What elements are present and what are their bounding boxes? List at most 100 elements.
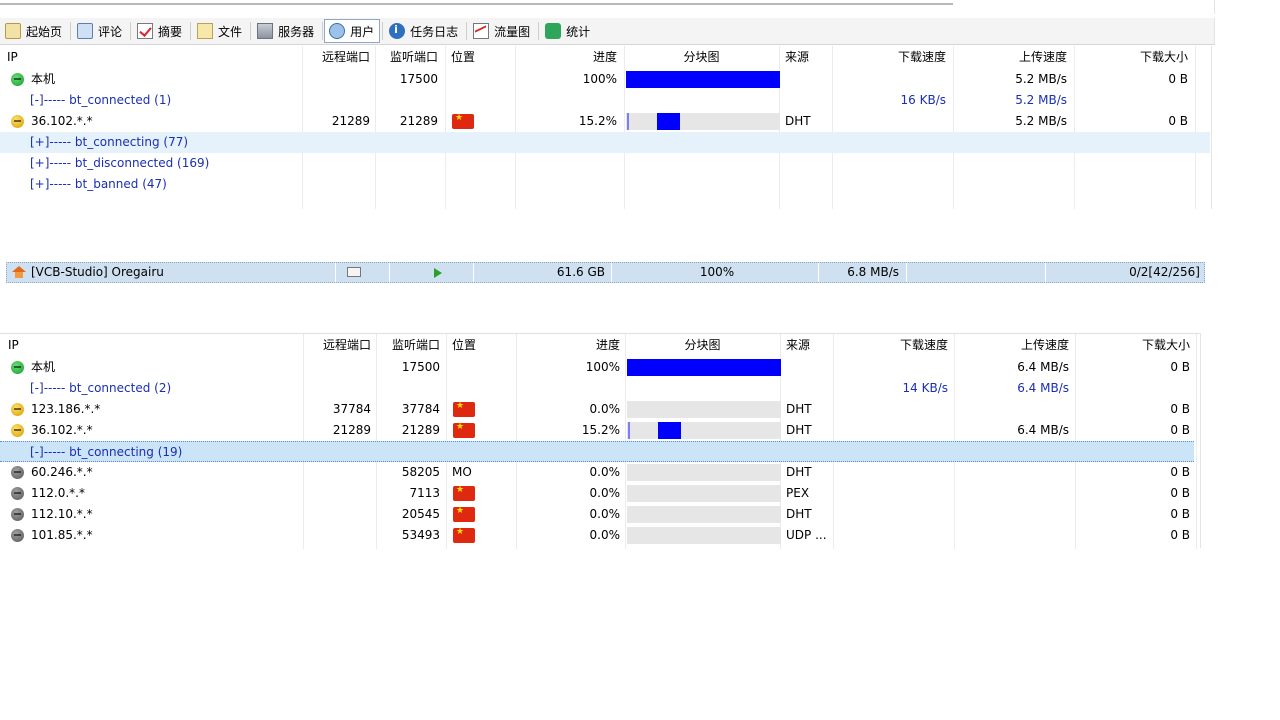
table-row[interactable]: 本机 17500 100% 5.2 MB/s 0 B: [0, 69, 1210, 90]
peer-ip: 36.102.*.*: [31, 423, 93, 437]
tab-0[interactable]: 起始页: [0, 19, 68, 43]
download-speed: [837, 399, 948, 420]
tab-6[interactable]: 任务日志: [384, 19, 464, 43]
table-row[interactable]: 60.246.*.* 58205 MO 0.0% DHT 0 B: [0, 462, 1194, 483]
china-flag-icon: [453, 401, 475, 417]
column-header-source[interactable]: 来源: [785, 46, 830, 69]
tab-1[interactable]: 评论: [72, 19, 128, 43]
download-size: 0 B: [1170, 507, 1190, 521]
group-row[interactable]: [+]----- bt_banned (47): [0, 174, 1210, 195]
piece-fill: [658, 422, 681, 439]
remote-port: [306, 357, 371, 378]
column-header-pieces[interactable]: 分块图: [624, 46, 779, 69]
progress: 0.0%: [589, 486, 621, 500]
tab-8[interactable]: 统计: [540, 19, 596, 43]
table-row[interactable]: 112.10.*.* 20545 0.0% DHT 0 B: [0, 504, 1194, 525]
piece-map: [627, 527, 781, 544]
column-header-listen-port[interactable]: 监听端口: [378, 46, 438, 69]
piece-fill: [657, 113, 680, 130]
play-icon[interactable]: [434, 268, 442, 278]
peer-source: DHT: [786, 465, 812, 479]
column-header-dl-size[interactable]: 下载大小: [1079, 334, 1190, 357]
group-row[interactable]: [+]----- bt_connecting (77): [0, 132, 1210, 153]
table-row[interactable]: 36.102.*.* 21289 21289 15.2% DHT 5.2 MB/s 0 B: [0, 111, 1210, 132]
remote-port: 37784: [332, 402, 371, 416]
listen-port: 17500: [399, 72, 438, 86]
column-header-ul-speed[interactable]: 上传速度: [958, 334, 1069, 357]
tab-4[interactable]: 服务器: [252, 19, 320, 43]
tab-label: 评论: [98, 24, 123, 39]
torrent-row[interactable]: [VCB-Studio] Oregairu 61.6 GB 100% 6.8 M…: [6, 262, 1205, 283]
piece-fill: [626, 71, 780, 88]
piece-map: [627, 485, 781, 502]
table-row[interactable]: 123.186.*.* 37784 37784 0.0% DHT 0 B: [0, 399, 1194, 420]
upload-speed: 5.2 MB/s: [1015, 93, 1067, 107]
group-row[interactable]: [-]----- bt_connected (2) 14 KB/s 6.4 MB/s: [0, 378, 1194, 399]
group-label: [+]----- bt_disconnected (169): [30, 156, 210, 170]
peer-ip: 36.102.*.*: [31, 114, 93, 128]
peer-ip: 本机: [31, 72, 56, 86]
piece-map: [626, 71, 780, 88]
remote-port: [305, 69, 370, 90]
column-header-progress[interactable]: 进度: [519, 46, 617, 69]
table-row[interactable]: 36.102.*.* 21289 21289 15.2% DHT 6.4 MB/s 0 B: [0, 420, 1194, 441]
tab-7[interactable]: 流量图: [468, 19, 536, 43]
group-label: [-]----- bt_connecting (19): [30, 445, 183, 459]
column-header-location[interactable]: 位置: [452, 334, 512, 357]
table-row[interactable]: 本机 17500 100% 6.4 MB/s 0 B: [0, 357, 1194, 378]
peer-status-gray-icon: [11, 529, 24, 542]
tab-5[interactable]: 用户: [324, 19, 381, 43]
progress: 0.0%: [589, 402, 621, 416]
table-row[interactable]: 101.85.*.* 53493 0.0% UDP ... 0 B: [0, 525, 1194, 546]
tab-label: 流量图: [494, 24, 531, 39]
column-header-progress[interactable]: 进度: [520, 334, 620, 357]
column-header-dl-speed[interactable]: 下载速度: [836, 46, 946, 69]
listen-port: 58205: [401, 465, 440, 479]
progress: 0.0%: [589, 465, 621, 479]
tab-2[interactable]: 摘要: [132, 19, 188, 43]
column-header-dl-size[interactable]: 下载大小: [1078, 46, 1188, 69]
tab-3[interactable]: 文件: [192, 19, 248, 43]
group-row[interactable]: [+]----- bt_disconnected (169): [0, 153, 1210, 174]
upload-speed: [958, 504, 1069, 525]
peers-panel-top: IP 远程端口 监听端口 位置 进度 分块图 来源 下载速度 上传速度 下载大小本机 17500 10…: [0, 46, 1212, 209]
column-header-remote-port[interactable]: 远程端口: [305, 46, 370, 69]
column-header-pieces[interactable]: 分块图: [625, 334, 780, 357]
home-icon: [12, 266, 26, 279]
tab-label: 任务日志: [410, 24, 459, 39]
column-divider[interactable]: [1196, 334, 1197, 549]
peer-ip: 112.0.*.*: [31, 486, 85, 500]
peer-ip: 123.186.*.*: [31, 402, 101, 416]
group-label: [+]----- bt_banned (47): [30, 177, 167, 191]
piece-fill: [627, 113, 629, 130]
home-icon: [5, 23, 21, 39]
column-header-listen-port[interactable]: 监听端口: [379, 334, 440, 357]
column-header-ip[interactable]: IP: [7, 46, 207, 69]
stats-icon: [545, 23, 562, 39]
upload-speed: [958, 462, 1069, 483]
group-row[interactable]: [-]----- bt_connected (1) 16 KB/s 5.2 MB/s: [0, 90, 1210, 111]
download-speed: [837, 462, 948, 483]
group-label: [+]----- bt_connecting (77): [30, 135, 189, 149]
scroll-track[interactable]: [0, 3, 953, 5]
column-header-location[interactable]: 位置: [451, 46, 511, 69]
peer-source: DHT: [786, 402, 812, 416]
table-row[interactable]: 112.0.*.* 7113 0.0% PEX 0 B: [0, 483, 1194, 504]
peer-source: [786, 357, 831, 378]
download-speed: [836, 69, 946, 90]
column-header-remote-port[interactable]: 远程端口: [306, 334, 371, 357]
download-speed: [837, 357, 948, 378]
column-header-dl-speed[interactable]: 下载速度: [837, 334, 948, 357]
listen-port: 17500: [401, 360, 440, 374]
group-row[interactable]: [-]----- bt_connecting (19): [0, 441, 1194, 462]
download-speed: [837, 420, 948, 441]
remote-port: [306, 462, 371, 483]
column-header-source[interactable]: 来源: [786, 334, 831, 357]
column-header-ul-speed[interactable]: 上传速度: [957, 46, 1067, 69]
peer-status-green-icon: [11, 361, 24, 374]
piece-fill: [627, 359, 781, 376]
piece-map: [627, 464, 781, 481]
progress: 100%: [582, 72, 617, 86]
column-header-ip[interactable]: IP: [8, 334, 208, 357]
summary-check-icon: [137, 23, 154, 39]
